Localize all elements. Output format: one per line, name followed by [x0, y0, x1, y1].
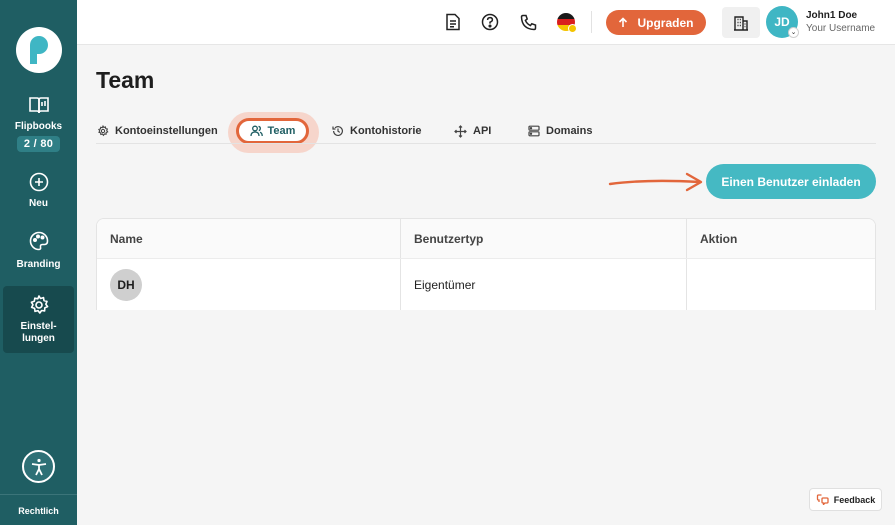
upgrade-button[interactable]: Upgraden	[606, 10, 706, 35]
legal-link[interactable]: Rechtlich	[0, 494, 77, 525]
accessibility-icon	[31, 458, 46, 475]
palette-icon	[27, 229, 51, 253]
sidebar-item-label: Neu	[29, 198, 48, 209]
gear-icon	[98, 125, 109, 137]
chevron-down-icon	[568, 24, 577, 33]
tab-kontohistorie[interactable]: Kontohistorie	[332, 124, 422, 138]
cell-name: DH	[97, 259, 401, 310]
help-icon[interactable]	[480, 12, 500, 32]
tab-label: Team	[267, 125, 296, 137]
sidebar-item-branding[interactable]: Branding	[3, 229, 74, 270]
chevron-down-icon[interactable]: ⌄	[788, 27, 799, 38]
table-header: Name Benutzertyp Aktion	[97, 219, 875, 259]
label-line-1: Einstel-	[20, 321, 57, 332]
tab-label: API	[473, 125, 492, 137]
document-icon[interactable]	[443, 12, 463, 32]
column-header-type: Benutzertyp	[401, 219, 687, 258]
table-row: DH Eigentümer	[97, 259, 875, 310]
sidebar-item-label: Branding	[16, 259, 61, 270]
annotation-arrow-icon	[608, 172, 703, 192]
tab-kontoeinstellungen[interactable]: Kontoeinstellungen	[97, 124, 218, 138]
building-icon	[734, 15, 748, 31]
flipbook-count-badge: 2 / 80	[16, 136, 61, 152]
column-header-action: Aktion	[700, 231, 738, 246]
tab-label: Kontoeinstellungen	[115, 125, 218, 137]
page-title: Team	[96, 67, 155, 93]
history-icon	[332, 126, 343, 137]
feedback-label: Feedback	[833, 494, 876, 505]
logo-p-icon	[29, 36, 48, 64]
member-avatar: DH	[110, 268, 142, 301]
top-header: Upgraden JD ⌄ John1 Doe Your Username	[77, 0, 895, 45]
users-icon	[249, 125, 263, 137]
user-name: John1 Doe	[806, 10, 858, 21]
move-icon	[454, 124, 467, 138]
label-line-2: lungen	[22, 333, 55, 344]
feedback-button[interactable]: Feedback	[809, 488, 882, 511]
sidebar-item-neu[interactable]: Neu	[3, 170, 74, 209]
feedback-icon	[816, 494, 829, 505]
book-icon	[27, 93, 51, 117]
accessibility-button[interactable]	[22, 450, 55, 483]
gear-icon	[27, 293, 51, 317]
tab-team[interactable]: Team	[236, 118, 309, 144]
tab-domains[interactable]: Domains	[528, 124, 592, 138]
cell-action	[687, 259, 875, 310]
sidebar-item-label: Einstel- lungen	[20, 321, 56, 345]
tab-label: Domains	[546, 125, 593, 137]
tabs-divider	[96, 143, 876, 144]
cell-type: Eigentümer	[401, 259, 687, 310]
sidebar-item-label: Flipbooks	[14, 121, 63, 132]
column-header-name: Name	[97, 219, 401, 258]
sidebar-item-einstellungen[interactable]: Einstel- lungen	[3, 286, 74, 353]
user-username: Your Username	[806, 23, 876, 34]
organization-button[interactable]	[722, 7, 760, 38]
divider	[591, 11, 592, 33]
sidebar-item-flipbooks[interactable]: Flipbooks 2 / 80	[3, 93, 74, 152]
arrow-up-icon	[619, 17, 628, 27]
plus-circle-icon	[27, 170, 51, 194]
upgrade-label: Upgraden	[637, 15, 694, 30]
invite-user-button[interactable]: Einen Benutzer einladen	[706, 164, 876, 199]
tab-label: Kontohistorie	[350, 125, 422, 137]
server-icon	[528, 125, 540, 137]
tab-api[interactable]: API	[454, 124, 491, 138]
team-table: Name Benutzertyp Aktion DH Eigentümer	[96, 218, 876, 310]
sidebar: Flipbooks 2 / 80 Neu Branding Einstel- l…	[0, 0, 77, 525]
app-logo[interactable]	[15, 27, 62, 73]
phone-icon[interactable]	[518, 12, 538, 32]
